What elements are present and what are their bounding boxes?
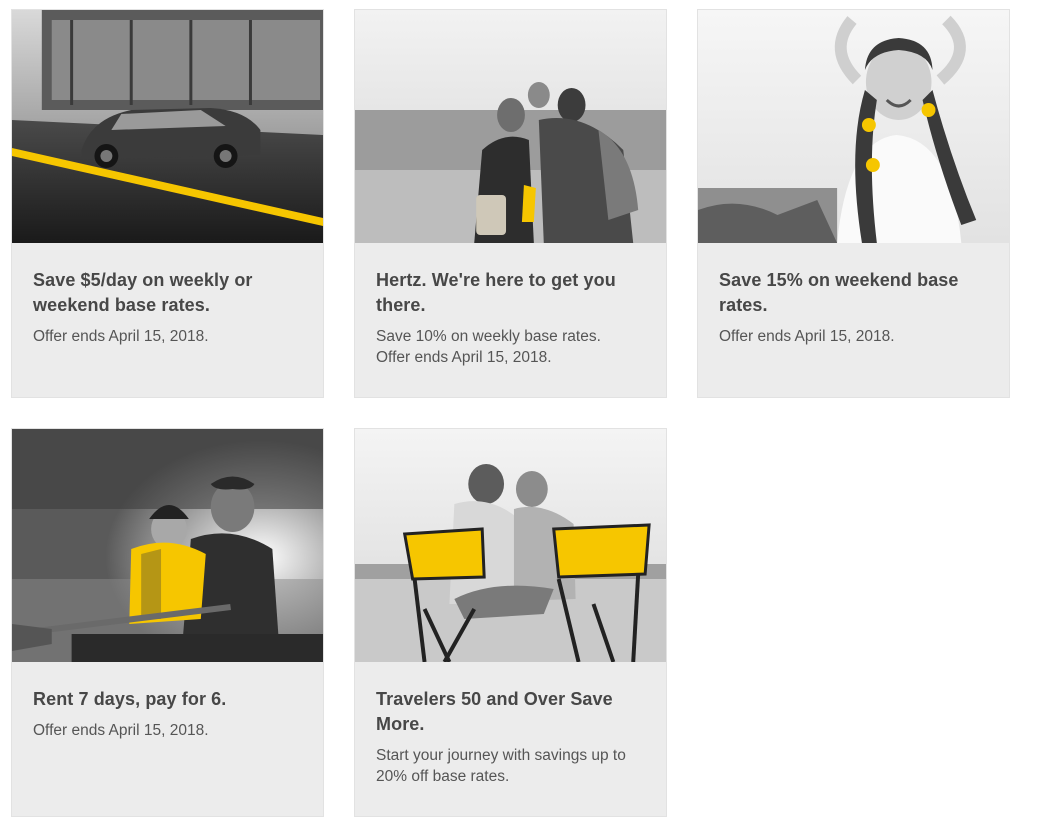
offer-details: Save 10% on weekly base rates. Offer ends… [376, 326, 648, 368]
family-on-beach-photo[interactable] [355, 10, 666, 243]
offers-grid: Save $5/day on weekly or weekend base ra… [0, 0, 1061, 833]
offer-details-line: Offer ends April 15, 2018. [376, 349, 552, 366]
offer-card-weekend-15[interactable]: Save 15% on weekend base rates. Offer en… [697, 9, 1010, 398]
sedan-on-road-photo[interactable] [12, 10, 323, 243]
offer-title[interactable]: Hertz. We're here to get you there. [376, 268, 648, 318]
offer-details: Offer ends April 15, 2018. [33, 328, 209, 345]
offer-title[interactable]: Save $5/day on weekly or weekend base ra… [33, 268, 305, 318]
offer-details: Offer ends April 15, 2018. [33, 722, 209, 739]
offer-card-weekly-10[interactable]: Hertz. We're here to get you there. Save… [354, 9, 667, 398]
offer-details: Offer ends April 15, 2018. [719, 328, 895, 345]
offer-details-line: Save 10% on weekly base rates. [376, 328, 601, 345]
offer-title[interactable]: Save 15% on weekend base rates. [719, 268, 991, 318]
offer-title[interactable]: Rent 7 days, pay for 6. [33, 687, 305, 712]
offer-card-travelers-50[interactable]: Travelers 50 and Over Save More. Start y… [354, 428, 667, 817]
offer-details: Start your journey with savings up to 20… [376, 747, 626, 785]
smiling-girl-photo[interactable] [698, 10, 1009, 243]
offer-card-weekly-weekend[interactable]: Save $5/day on weekly or weekend base ra… [11, 9, 324, 398]
offer-title[interactable]: Travelers 50 and Over Save More. [376, 687, 648, 737]
offer-card-rent-7-pay-6[interactable]: Rent 7 days, pay for 6. Offer ends April… [11, 428, 324, 817]
father-son-kayak-photo[interactable] [12, 429, 323, 662]
couple-beach-chairs-photo[interactable] [355, 429, 666, 662]
